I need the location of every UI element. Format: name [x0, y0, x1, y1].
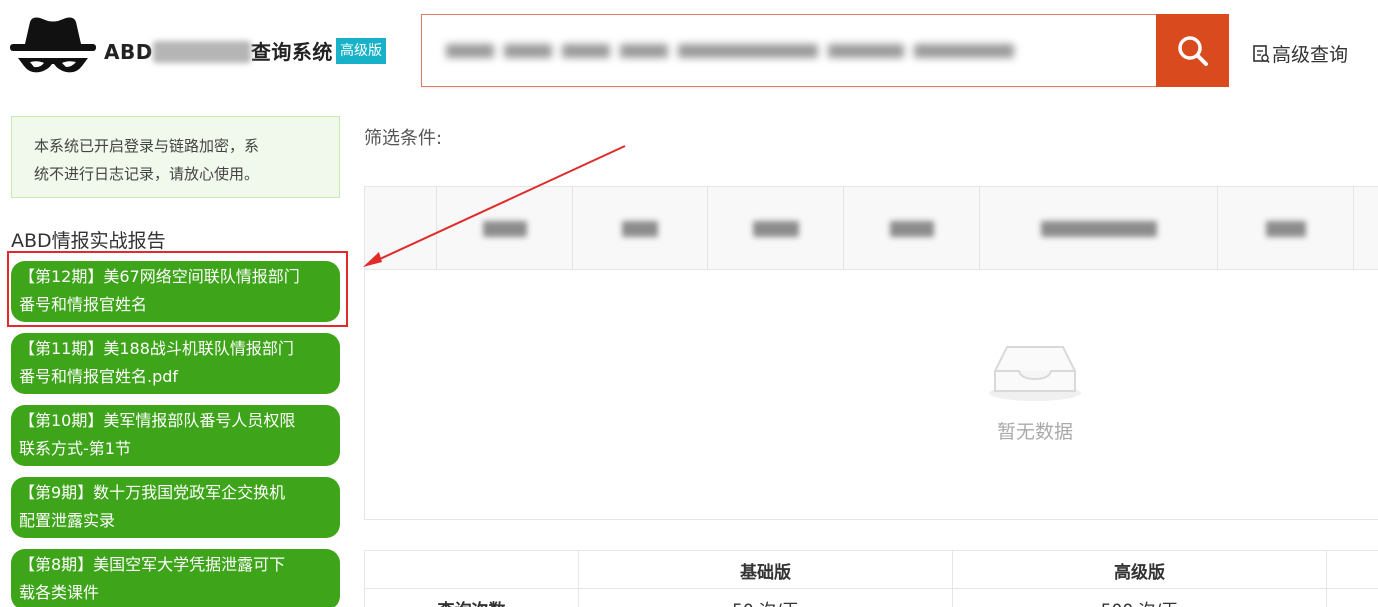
table-header-cell[interactable] [844, 187, 980, 270]
search-input[interactable] [421, 14, 1158, 87]
report-title-line: 【第12期】美67网络空间联队情报部门 [19, 267, 300, 286]
pricing-cell: 50 次/天 [579, 589, 953, 607]
pricing-table: 基础版 高级版 查询次数 50 次/天 500 次/天 [364, 550, 1378, 607]
report-item-11[interactable]: 【第11期】美188战斗机联队情报部门 番号和情报官姓名.pdf [11, 333, 340, 394]
pricing-row: 查询次数 50 次/天 500 次/天 [365, 589, 1378, 607]
report-item-9[interactable]: 【第9期】数十万我国党政军企交换机 配置泄露实录 [11, 477, 340, 538]
redacted-title-part [152, 41, 251, 63]
report-item-10[interactable]: 【第10期】美军情报部队番号人员权限 联系方式-第1节 [11, 405, 340, 466]
report-title-line: 【第8期】美国空军大学凭据泄露可下 [19, 555, 286, 574]
search-icon [1177, 35, 1208, 66]
report-title-line: 载各类课件 [19, 583, 100, 602]
pricing-header-cell [365, 551, 579, 589]
table-header-cell[interactable] [437, 187, 573, 270]
notice-line: 统不进行日志记录，请放心使用。 [34, 165, 260, 183]
logo[interactable] [8, 14, 98, 86]
app-title: ABD 查询系统 [104, 36, 333, 65]
advanced-filter-icon [1253, 44, 1270, 63]
empty-text: 暂无数据 [996, 421, 1073, 443]
pricing-header-row: 基础版 高级版 [365, 551, 1378, 589]
empty-inbox-icon [989, 346, 1081, 401]
redacted-placeholder [446, 39, 1016, 63]
notice-line: 本系统已开启登录与链路加密，系 [34, 137, 260, 155]
table-header-cell [365, 187, 437, 270]
report-title-line: 【第11期】美188战斗机联队情报部门 [19, 339, 294, 358]
advanced-search-label: 高级查询 [1272, 44, 1349, 66]
table-header-cell[interactable] [573, 187, 708, 270]
report-title-line: 番号和情报官姓名.pdf [19, 367, 179, 386]
results-table: 暂无数据 [364, 186, 1378, 520]
edition-badge: 高级版 [336, 38, 386, 64]
table-header-cell[interactable] [1218, 187, 1354, 270]
table-header [365, 187, 1378, 270]
pricing-row-label: 查询次数 [365, 589, 579, 607]
report-title-line: 联系方式-第1节 [19, 439, 131, 458]
pricing-header-cell: 高级版 [953, 551, 1327, 589]
filter-label: 筛选条件: [364, 128, 443, 149]
empty-state: 暂无数据 [985, 337, 1085, 444]
report-list: 【第12期】美67网络空间联队情报部门 番号和情报官姓名 【第11期】美188战… [11, 261, 340, 607]
search-button[interactable] [1156, 14, 1229, 87]
report-title-line: 【第10期】美军情报部队番号人员权限 [19, 411, 296, 430]
report-item-12[interactable]: 【第12期】美67网络空间联队情报部门 番号和情报官姓名 [11, 261, 340, 322]
reports-section-title: ABD情报实战报告 [11, 230, 166, 252]
security-notice: 本系统已开启登录与链路加密，系 统不进行日志记录，请放心使用。 [11, 116, 340, 198]
app-title-prefix: ABD [104, 40, 153, 64]
spy-hat-glasses-icon [10, 17, 96, 73]
report-title-line: 番号和情报官姓名 [19, 295, 148, 314]
table-header-cell[interactable] [980, 187, 1218, 270]
pricing-cell: 500 次/天 [953, 589, 1327, 607]
report-title-line: 【第9期】数十万我国党政军企交换机 [19, 483, 286, 502]
table-header-cell[interactable] [708, 187, 844, 270]
report-title-line: 配置泄露实录 [19, 511, 116, 530]
app-title-suffix: 查询系统 [250, 40, 333, 64]
advanced-search-link[interactable]: 高级查询 [1252, 40, 1348, 67]
report-item-8[interactable]: 【第8期】美国空军大学凭据泄露可下 载各类课件 [11, 549, 340, 607]
pricing-header-cell: 基础版 [579, 551, 953, 589]
